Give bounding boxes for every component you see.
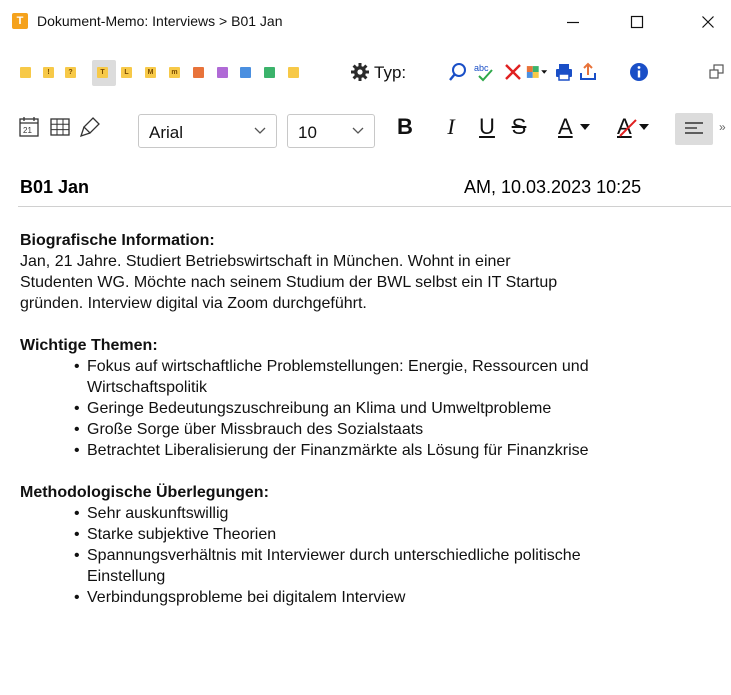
- font-color-label: A: [558, 114, 573, 139]
- italic-button[interactable]: I: [440, 112, 462, 142]
- chevron-down-icon: [254, 127, 266, 134]
- print-icon[interactable]: [553, 61, 575, 83]
- minimize-button[interactable]: [550, 0, 596, 44]
- memo-type-icon[interactable]: T: [97, 67, 108, 78]
- list-item-line: Starke subjektive Theorien: [87, 526, 277, 543]
- biography-paragraph: Jan, 21 Jahre. Studiert Betriebswirtscha…: [20, 251, 725, 314]
- font-size-select[interactable]: 10: [287, 114, 375, 148]
- clear-highlight-slash-icon: [619, 119, 637, 137]
- memo-type-label: Typ:: [374, 63, 407, 82]
- header-divider: [18, 206, 731, 207]
- paint-brush-icon[interactable]: [78, 115, 102, 139]
- memo-type-icon[interactable]: L: [121, 67, 132, 78]
- table-icon[interactable]: [48, 115, 72, 139]
- memo-type-icon[interactable]: [264, 67, 275, 78]
- list-item-line: Geringe Bedeutungszuschreibung an Klima …: [87, 400, 552, 417]
- section-heading: Biografische Information:: [20, 232, 215, 249]
- svg-text:21: 21: [23, 126, 32, 135]
- list-item-line: Betrachtet Liberalisierung der Finanzmär…: [87, 442, 589, 459]
- search-icon[interactable]: [447, 61, 469, 83]
- section-heading: Wichtige Themen:: [20, 337, 158, 354]
- list-item-line: Einstellung: [87, 568, 166, 585]
- minimize-icon: [567, 21, 579, 24]
- window-title: Dokument-Memo: Interviews > B01 Jan: [37, 13, 283, 29]
- format-toolbar: 21 Arial 10 B I U S A A »: [0, 104, 731, 152]
- detach-icon[interactable]: [706, 61, 728, 83]
- spellcheck-icon[interactable]: abc: [473, 61, 495, 83]
- list-item-line: Große Sorge über Missbrauch des Sozialst…: [87, 421, 424, 438]
- memo-type-icon[interactable]: M: [145, 67, 156, 78]
- align-left-icon: [685, 122, 703, 134]
- memo-type-icon[interactable]: [240, 67, 251, 78]
- title-bar: T Dokument-Memo: Interviews > B01 Jan: [0, 0, 731, 44]
- font-color-button[interactable]: A: [558, 112, 602, 144]
- memo-toolbar: !? T L Mm Typ: abc: [0, 52, 731, 96]
- memo-type-icon[interactable]: [217, 67, 228, 78]
- memo-type-icon[interactable]: m: [169, 67, 180, 78]
- caret-down-icon: [639, 124, 649, 130]
- list-item-line: Wirtschaftspolitik: [87, 379, 208, 396]
- strikethrough-button[interactable]: S: [507, 112, 531, 142]
- list-item-line: Fokus auf wirtschaftliche Problemstellun…: [87, 358, 589, 375]
- underline-button[interactable]: U: [475, 112, 499, 142]
- themes-list: Fokus auf wirtschaftliche Problemstellun…: [66, 356, 725, 461]
- info-icon[interactable]: [628, 61, 650, 83]
- list-item: Starke subjektive Theorien: [66, 524, 725, 545]
- memo-author-date: AM, 10.03.2023 10:25: [464, 177, 642, 197]
- bold-button[interactable]: B: [392, 112, 418, 142]
- document-name: B01 Jan: [20, 177, 90, 197]
- maximize-icon: [630, 15, 644, 29]
- memo-type-icon[interactable]: [193, 67, 204, 78]
- biography-line: Jan, 21 Jahre. Studiert Betriebswirtscha…: [20, 253, 511, 270]
- list-item-line: Verbindungsprobleme bei digitalem Interv…: [87, 589, 406, 606]
- gear-icon[interactable]: [349, 61, 371, 83]
- font-size-value: 10: [298, 123, 317, 142]
- list-item: Geringe Bedeutungszuschreibung an Klima …: [66, 398, 725, 419]
- list-item-line: Spannungsverhältnis mit Interviewer durc…: [87, 547, 581, 564]
- memo-type-icon[interactable]: [20, 67, 31, 78]
- biography-line: gründen. Interview digital via Zoom durc…: [20, 295, 367, 312]
- font-family-select[interactable]: Arial: [138, 114, 277, 148]
- memo-type-icon[interactable]: !: [43, 67, 54, 78]
- export-icon[interactable]: [577, 61, 599, 83]
- caret-down-icon: [580, 124, 590, 130]
- align-left-button[interactable]: [675, 113, 713, 145]
- memo-type-icon[interactable]: [288, 67, 299, 78]
- close-icon: [702, 16, 714, 28]
- list-item: Große Sorge über Missbrauch des Sozialst…: [66, 419, 725, 440]
- svg-text:abc: abc: [474, 63, 489, 73]
- delete-icon[interactable]: [502, 61, 524, 83]
- section-heading: Methodologische Überlegungen:: [20, 484, 269, 501]
- font-family-value: Arial: [149, 123, 184, 142]
- calendar-icon[interactable]: 21: [17, 115, 41, 139]
- list-item: Spannungsverhältnis mit Interviewer durc…: [66, 545, 725, 587]
- list-item: Fokus auf wirtschaftliche Problemstellun…: [66, 356, 725, 398]
- method-list: Sehr auskunftswillig Starke subjektive Th…: [66, 503, 725, 608]
- list-item-line: Sehr auskunftswillig: [87, 505, 229, 522]
- close-button[interactable]: [685, 0, 731, 44]
- biography-line: Studenten WG. Möchte nach seinem Studium…: [20, 274, 558, 291]
- memo-text-area[interactable]: Biografische Information: Jan, 21 Jahre.…: [20, 230, 725, 629]
- app-logo-icon: T: [12, 13, 28, 29]
- chevron-down-icon: [352, 127, 364, 134]
- color-picker-icon[interactable]: [526, 61, 548, 83]
- list-item: Verbindungsprobleme bei digitalem Interv…: [66, 587, 725, 608]
- list-item: Betrachtet Liberalisierung der Finanzmär…: [66, 440, 725, 461]
- highlight-color-button[interactable]: A: [617, 112, 661, 144]
- maximize-button[interactable]: [614, 0, 660, 44]
- list-item: Sehr auskunftswillig: [66, 503, 725, 524]
- memo-type-icon[interactable]: ?: [65, 67, 76, 78]
- toolbar-overflow-icon[interactable]: »: [719, 120, 726, 134]
